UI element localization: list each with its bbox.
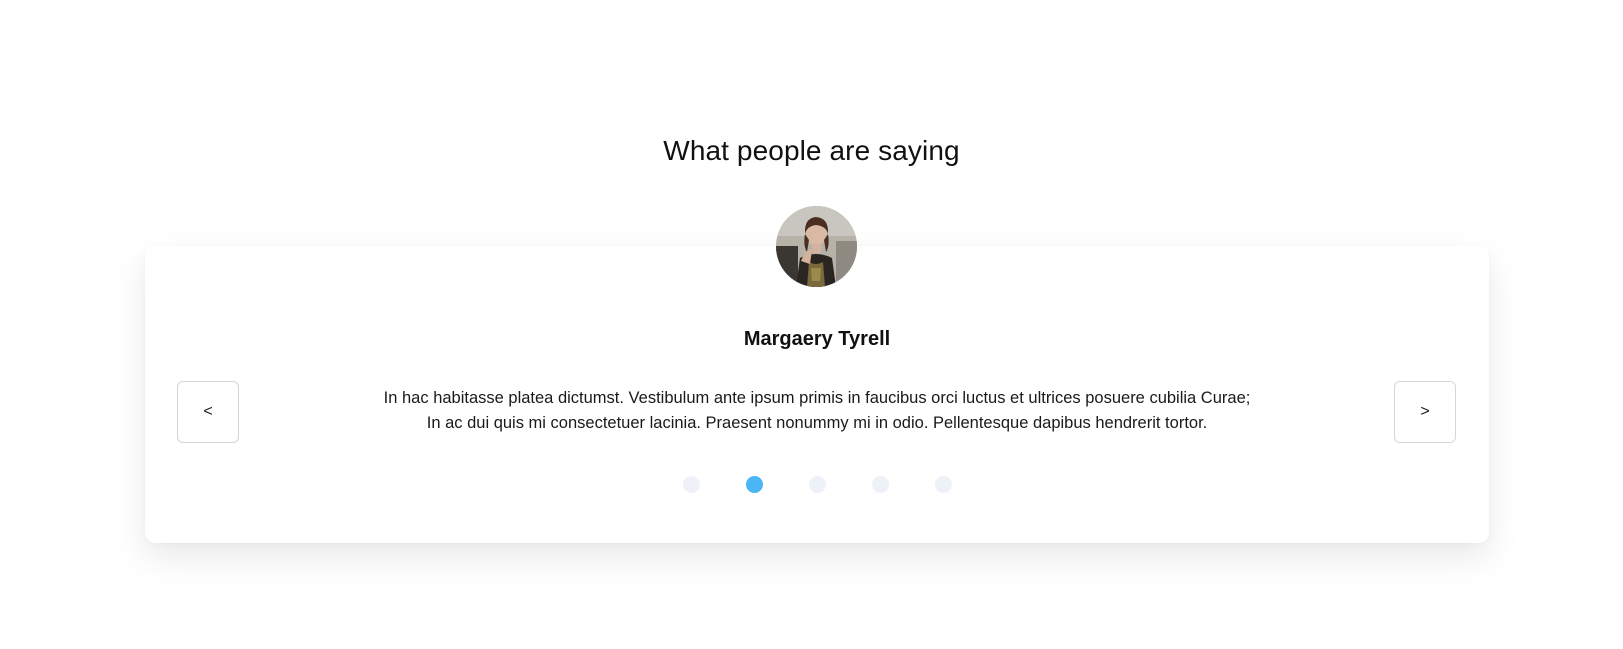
avatar — [776, 206, 857, 287]
pagination-dot-3[interactable] — [809, 476, 826, 493]
pagination-dot-1[interactable] — [683, 476, 700, 493]
section-title: What people are saying — [663, 135, 960, 166]
testimonial-name: Margaery Tyrell — [743, 328, 891, 350]
pagination-dot-2[interactable] — [746, 476, 763, 493]
next-button[interactable]: > — [1394, 381, 1456, 443]
avatar-photo — [776, 206, 857, 287]
testimonial-card: Margaery Tyrell In hac habitasse platea … — [145, 246, 1489, 543]
previous-button[interactable]: < — [177, 381, 239, 443]
pagination-dot-4[interactable] — [872, 476, 889, 493]
pagination-dot-5[interactable] — [935, 476, 952, 493]
testimonial-quote: In hac habitasse platea dictumst. Vestib… — [383, 389, 1251, 432]
testimonials-page: What people are saying Margaery Tyrell I… — [0, 0, 1623, 649]
pagination-dots — [145, 476, 1489, 494]
